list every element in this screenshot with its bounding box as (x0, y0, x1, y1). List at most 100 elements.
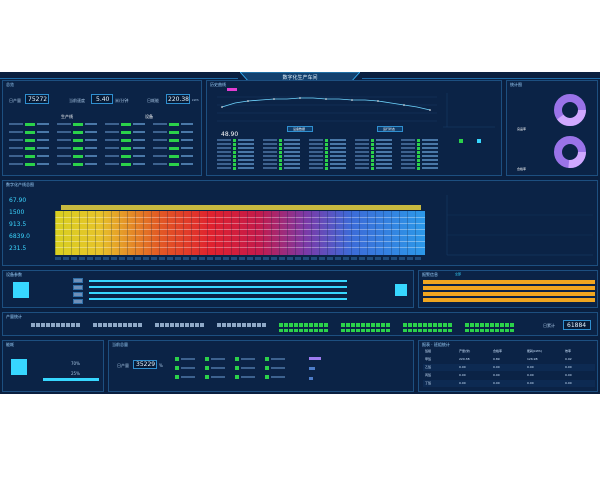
trend-cell-value (284, 163, 300, 165)
trend-cell-value (376, 151, 392, 153)
trend-sub1-tag: 设备数据 (287, 126, 313, 132)
production-segment (428, 323, 432, 327)
output-bar (309, 367, 315, 370)
trend-cell-dot (371, 143, 374, 146)
production-segment (56, 323, 60, 327)
alarm-title: 报警信息 (422, 272, 438, 277)
output-cell-label (271, 367, 285, 369)
production-segment (200, 323, 204, 327)
overview-cell-label (9, 139, 23, 141)
energy-title: 能耗 (6, 342, 14, 347)
scale-tick (303, 257, 309, 260)
output-cell-label (241, 367, 255, 369)
line-value-4: 6839.0 (9, 233, 30, 240)
production-segment (98, 323, 102, 327)
alarm-row[interactable] (423, 298, 595, 302)
overview-cell-value (133, 147, 145, 149)
scale-tick (167, 257, 173, 260)
report-cell: 0.00 (493, 381, 500, 385)
report-cell: 0.00 (459, 365, 466, 369)
trend-cell-dot (279, 139, 282, 142)
production-segment (490, 323, 494, 327)
trend-cell-label (355, 155, 369, 157)
overview-cell-value (133, 163, 145, 165)
line-tick (319, 211, 320, 255)
trend-cell-value (330, 163, 346, 165)
trend-cell-value (238, 167, 254, 169)
energy-bar (43, 378, 99, 381)
trend-legend-dot (459, 139, 463, 143)
report-cell: 0.00 (459, 373, 466, 377)
production-segment (190, 323, 194, 327)
line-tick (71, 211, 72, 255)
production-segment (319, 323, 323, 327)
overview-cell-bar (25, 139, 35, 142)
production-segment (505, 323, 509, 327)
scale-tick (415, 257, 421, 260)
overview-cell-bar (121, 147, 131, 150)
production-segment (309, 329, 313, 332)
scale-tick (95, 257, 101, 260)
trend-cell-dot (371, 139, 374, 142)
overview-cell-label (153, 147, 167, 149)
trend-cell-value (238, 139, 254, 141)
alarm-tab[interactable]: 全部 (455, 272, 461, 276)
trend-cell-value (284, 143, 300, 145)
production-title: 产量统计 (6, 314, 22, 319)
ratio-donut-2 (554, 136, 586, 168)
alarm-row[interactable] (423, 280, 595, 284)
report-row[interactable]: 乙班 0.00 0.00 0.00 0.00 (423, 364, 595, 371)
report-row[interactable]: 甲班 220.38 0.89 126.98 0.92 (423, 356, 595, 363)
report-cell: 0.00 (565, 381, 572, 385)
production-segment (510, 323, 514, 327)
production-segment (408, 329, 412, 332)
line-tick (391, 211, 392, 255)
output-cell-dot (175, 366, 179, 370)
trend-grid (217, 139, 447, 173)
report-cell: 丁班 (425, 381, 432, 385)
machine-bar (89, 280, 347, 282)
production-segment (510, 329, 514, 332)
production-segment (242, 323, 246, 327)
line-tick (111, 211, 112, 255)
alarm-row[interactable] (423, 292, 595, 296)
line-tick (63, 211, 64, 255)
production-segment (46, 323, 50, 327)
report-header-cell: 班组 (425, 349, 432, 353)
scale-tick (367, 257, 373, 260)
scale-tick (79, 257, 85, 260)
line-tick (343, 211, 344, 255)
overview-cell-bar (25, 163, 35, 166)
trend-cell-dot (233, 147, 236, 150)
line-tick (223, 211, 224, 255)
production-counter-label: 日累计 (543, 323, 555, 328)
overview-title: 总览 (6, 82, 14, 87)
trend-cell-label (401, 167, 415, 169)
alarm-row[interactable] (423, 286, 595, 290)
overview-cell-value (85, 163, 97, 165)
trend-cell-label (355, 147, 369, 149)
production-segment (289, 329, 293, 332)
production-bars (31, 320, 531, 334)
energy-value-2: 25% (71, 371, 80, 376)
production-line-rails (55, 211, 425, 255)
scale-tick (183, 257, 189, 260)
scale-tick (71, 257, 77, 260)
trend-cell-value (238, 147, 254, 149)
trend-cell-dot (233, 143, 236, 146)
scale-tick (311, 257, 317, 260)
overview-cell-value (85, 139, 97, 141)
report-cell: 0.00 (527, 365, 534, 369)
output-title: 当前总量 (112, 342, 128, 347)
scale-tick (87, 257, 93, 260)
output-cell-label (211, 376, 225, 378)
report-row[interactable]: 丁班 0.00 0.00 0.00 0.00 (423, 380, 595, 387)
production-segment (41, 323, 45, 327)
trend-sub2-tag: 运行状态 (377, 126, 403, 132)
overview-cell-bar (169, 147, 179, 150)
production-segment (160, 323, 164, 327)
production-segment (443, 323, 447, 327)
report-row[interactable]: 丙班 0.00 0.00 0.00 0.00 (423, 372, 595, 379)
overview-cell-label (105, 123, 119, 125)
stat-speed-box: 5.40 (91, 94, 113, 104)
